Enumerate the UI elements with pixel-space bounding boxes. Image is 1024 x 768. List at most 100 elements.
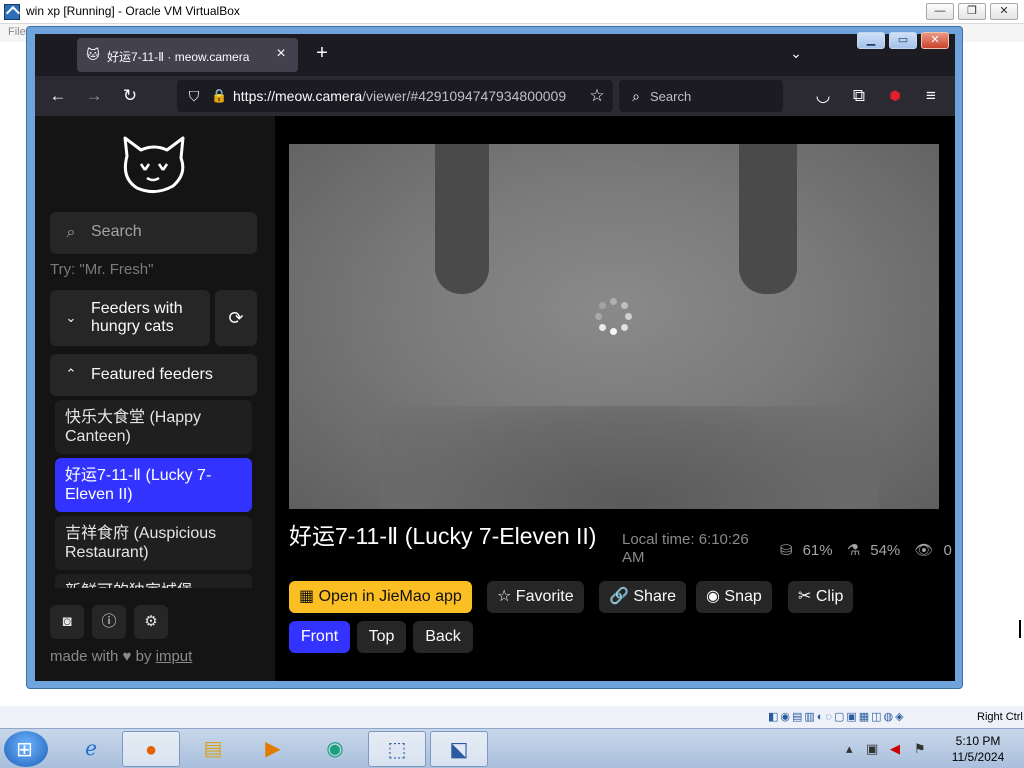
feeder-stats: ⛁ 61% ⚗ 54% 👁 0 bbox=[780, 541, 962, 559]
volume-muted-icon[interactable]: ◀ bbox=[890, 741, 900, 757]
chevron-up-icon: ⌃ bbox=[65, 366, 77, 381]
virtualbox-icon bbox=[4, 4, 20, 20]
hungry-feeders-label: Feeders with hungry cats bbox=[91, 300, 183, 335]
internet-explorer-icon[interactable]: ℯ bbox=[62, 731, 120, 767]
browser-close-button[interactable]: ✕ bbox=[921, 32, 949, 49]
food-pile bbox=[379, 406, 879, 509]
food-bowl-icon: ⛁ bbox=[780, 542, 793, 559]
url-bar[interactable]: ⛉ 🔒 https://meow.camera/viewer/#42910947… bbox=[177, 80, 613, 112]
host-taskbar: ℯ ● ▤ ▶ ◉ ⬚ ⬕ ▴ ▣ ◀ ⚑ 5:10 PM 11/5/2024 bbox=[0, 728, 1024, 768]
feeder-item[interactable]: 吉祥食府 (Auspicious Restaurant) bbox=[55, 516, 252, 570]
search-hint: Try: "Mr. Fresh" bbox=[50, 261, 154, 278]
reload-icon[interactable]: ↻ bbox=[119, 85, 141, 107]
host-restore-button[interactable]: ❐ bbox=[958, 3, 986, 20]
menu-hamburger-icon[interactable]: ≡ bbox=[920, 85, 942, 107]
link-icon: 🔗 bbox=[609, 588, 629, 605]
feeder-item[interactable]: 新鲜可的独家城堡 bbox=[55, 574, 252, 588]
cat-favicon-icon: 🐱 bbox=[86, 47, 100, 62]
camera-icon: ◉ bbox=[706, 588, 720, 605]
file-explorer-icon[interactable]: ▤ bbox=[184, 731, 242, 767]
share-button[interactable]: 🔗 Share bbox=[599, 581, 687, 613]
water-level: 54% bbox=[870, 542, 901, 559]
browser-minimize-button[interactable]: ▁ bbox=[857, 32, 885, 49]
view-top-button[interactable]: Top bbox=[357, 621, 406, 653]
tab-bar: 🐱 好运7-11-Ⅱ · meow.camera × + ⌄ bbox=[35, 34, 955, 76]
back-arrow-icon[interactable]: ← bbox=[47, 85, 69, 107]
scissors-icon: ✂ bbox=[798, 588, 812, 605]
ublock-origin-icon[interactable]: ⬢ bbox=[884, 85, 906, 107]
host-key-label: Right Ctrl bbox=[977, 711, 1023, 723]
meow-camera-page: ⌕ Search Try: "Mr. Fresh" ⌄ Feeders with… bbox=[35, 116, 955, 681]
action-center-flag-icon[interactable]: ⚑ bbox=[914, 741, 926, 757]
forward-arrow-icon[interactable]: → bbox=[83, 85, 105, 107]
list-all-tabs-button[interactable]: ⌄ bbox=[785, 42, 807, 64]
hungry-feeders-toggle[interactable]: ⌄ Feeders with hungry cats bbox=[50, 290, 210, 346]
settings-gear-icon[interactable]: ⚙ bbox=[134, 605, 168, 639]
clip-button[interactable]: ✂ Clip bbox=[788, 581, 854, 613]
feeder-search-input[interactable]: ⌕ Search bbox=[50, 212, 257, 254]
author-link[interactable]: imput bbox=[156, 648, 193, 665]
search-icon: ⌕ bbox=[632, 88, 640, 104]
network-icon[interactable]: ▣ bbox=[866, 741, 878, 757]
qr-code-icon: ▦ bbox=[299, 588, 315, 605]
virtualbox-taskbar-icon[interactable]: ⬚ bbox=[368, 731, 426, 767]
taskbar-clock[interactable]: 5:10 PM 11/5/2024 bbox=[938, 733, 1018, 765]
made-with-credit: made with ♥ by imput bbox=[50, 648, 193, 665]
view-back-button[interactable]: Back bbox=[413, 621, 473, 653]
info-icon[interactable]: ⓘ bbox=[92, 605, 126, 639]
url-text[interactable]: https://meow.camera/viewer/#429109474793… bbox=[233, 88, 566, 104]
bookmark-star-icon[interactable]: ☆ bbox=[587, 86, 607, 106]
virtualbox-window-title: win xp [Running] - Oracle VM VirtualBox bbox=[26, 4, 240, 18]
host-close-button[interactable]: ✕ bbox=[990, 3, 1018, 20]
featured-feeders-label: Featured feeders bbox=[91, 366, 213, 383]
heart-icon: ♥ bbox=[122, 648, 132, 665]
sidebar: ⌕ Search Try: "Mr. Fresh" ⌄ Feeders with… bbox=[35, 116, 275, 681]
virtualbox-titlebar: win xp [Running] - Oracle VM VirtualBox … bbox=[0, 0, 1024, 24]
refresh-button[interactable]: ⟳ bbox=[215, 290, 257, 346]
star-icon: ☆ bbox=[497, 588, 512, 605]
menu-file[interactable]: File bbox=[8, 26, 26, 38]
search-icon: ⌕ bbox=[66, 224, 76, 241]
navigation-toolbar: ← → ↻ ⛉ 🔒 https://meow.camera/viewer/#42… bbox=[35, 76, 955, 116]
show-hidden-icons-icon[interactable]: ▴ bbox=[846, 741, 853, 757]
clock-time: 5:10 PM bbox=[955, 734, 1001, 748]
cat-logo-icon bbox=[123, 136, 185, 193]
win-xp-vm-taskbar-icon[interactable]: ⬕ bbox=[430, 731, 488, 767]
local-time: Local time: 6:10:26 AM bbox=[622, 531, 749, 566]
media-player-icon[interactable]: ▶ bbox=[244, 731, 302, 767]
feeder-item[interactable]: 快乐大食堂 (Happy Canteen) bbox=[55, 400, 252, 454]
browser-search-box[interactable]: ⌕ Search bbox=[619, 80, 783, 112]
feeder-post-left bbox=[435, 144, 489, 294]
snap-button[interactable]: ◉ Snap bbox=[696, 581, 772, 613]
host-minimize-button[interactable]: — bbox=[926, 3, 954, 20]
browser-search-placeholder: Search bbox=[650, 89, 692, 104]
viewer-count: 0 bbox=[943, 542, 952, 559]
feeder-title: 好运7-11-Ⅱ (Lucky 7-Eleven II) bbox=[289, 523, 597, 549]
featured-feeder-list: 快乐大食堂 (Happy Canteen) 好运7-11-Ⅱ (Lucky 7-… bbox=[50, 398, 257, 588]
open-in-jiemao-button[interactable]: ▦ Open in JieMao app bbox=[289, 581, 472, 613]
tab-close-icon[interactable]: × bbox=[272, 45, 290, 63]
favorite-button[interactable]: ☆ Favorite bbox=[487, 581, 584, 613]
pocket-icon[interactable]: ◡ bbox=[812, 85, 834, 107]
new-tab-button[interactable]: + bbox=[311, 42, 333, 64]
discord-icon[interactable]: ◙ bbox=[50, 605, 84, 639]
feeder-item-active[interactable]: 好运7-11-Ⅱ (Lucky 7-Eleven II) bbox=[55, 458, 252, 512]
mouse-cursor bbox=[1019, 620, 1023, 638]
view-front-button[interactable]: Front bbox=[289, 621, 350, 653]
firefox-icon[interactable]: ● bbox=[122, 731, 180, 767]
lock-icon[interactable]: 🔒 bbox=[211, 87, 227, 105]
start-button[interactable] bbox=[4, 731, 48, 767]
camera-stream[interactable] bbox=[289, 144, 939, 509]
virtualbox-status-bar: ◧◉▤▥◐◌▢▣▦◫◍◈ Right Ctrl bbox=[0, 706, 1024, 728]
vbox-status-icons: ◧◉▤▥◐◌▢▣▦◫◍◈ bbox=[768, 711, 906, 723]
extensions-icon[interactable]: ⧉ bbox=[848, 85, 870, 107]
featured-feeders-toggle[interactable]: ⌃ Featured feeders bbox=[50, 354, 257, 396]
loading-spinner-icon bbox=[595, 298, 633, 336]
browser-maximize-button[interactable]: ▭ bbox=[889, 32, 917, 49]
feeder-viewer: 好运7-11-Ⅱ (Lucky 7-Eleven II) Local time:… bbox=[275, 116, 955, 681]
tracking-shield-icon[interactable]: ⛉ bbox=[185, 87, 203, 105]
tab-meow-camera[interactable]: 🐱 好运7-11-Ⅱ · meow.camera × bbox=[77, 38, 298, 72]
water-drop-icon: ⚗ bbox=[846, 542, 861, 559]
chevron-down-icon: ⌄ bbox=[65, 310, 77, 325]
edge-browser-icon[interactable]: ◉ bbox=[306, 731, 364, 767]
